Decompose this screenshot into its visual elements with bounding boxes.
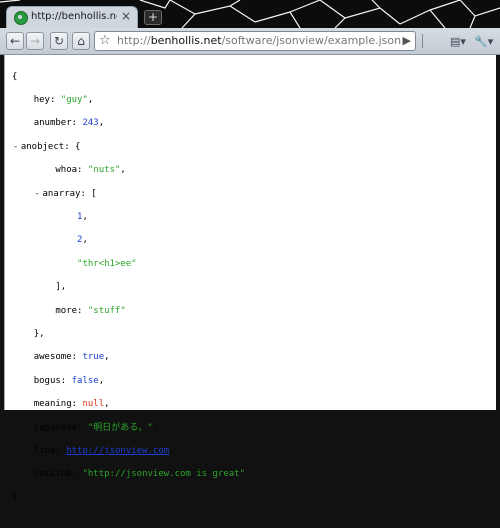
page-menu-icon[interactable]: ▤▾ xyxy=(450,35,466,48)
go-icon[interactable]: ▶ xyxy=(403,34,411,47)
url-text[interactable]: http://benhollis.net/software/jsonview/e… xyxy=(117,34,401,47)
json-string: "明日がある。" xyxy=(87,422,153,433)
json-string: "http://jsonview.com is great" xyxy=(82,469,246,480)
url-host: benhollis.net xyxy=(150,34,222,47)
tab-title: http://benhollis.net/soft... xyxy=(31,11,117,22)
brace-open: { xyxy=(75,141,81,152)
json-line: { xyxy=(12,72,245,84)
json-key: anumber xyxy=(33,118,72,129)
toolbar: ← → ↻ ⌂ ☆ http://benhollis.net/software/… xyxy=(0,28,500,55)
json-line: hey: "guy", xyxy=(33,95,94,106)
reload-button[interactable]: ↻ xyxy=(50,32,68,50)
json-key: whoa xyxy=(55,165,78,176)
bracket-open: [ xyxy=(91,188,97,199)
collapse-toggle[interactable]: - xyxy=(13,142,21,154)
json-line: "thr<h1>ee" xyxy=(12,259,245,271)
json-line: } xyxy=(12,493,245,505)
json-line: whoa: "nuts", xyxy=(55,165,126,176)
brace-close: } xyxy=(12,492,18,503)
json-line: anumber: 243, xyxy=(33,118,105,129)
title-bar: http://benhollis.net/soft... × + xyxy=(0,0,500,28)
json-key: notLink xyxy=(33,469,72,480)
json-line: notLink: "http://jsonview.com is great" xyxy=(33,469,246,480)
json-key: japanese xyxy=(33,422,78,433)
json-string: "stuff" xyxy=(87,305,126,316)
json-key: meaning xyxy=(33,399,72,410)
url-path: /software/jsonview/example.json xyxy=(221,34,402,47)
json-line: meaning: null, xyxy=(33,399,110,410)
new-tab-button[interactable]: + xyxy=(144,10,162,25)
json-line: }, xyxy=(12,329,245,341)
json-number: 1 xyxy=(77,212,83,223)
collapse-toggle[interactable]: - xyxy=(35,189,43,201)
url-scheme: http:// xyxy=(117,34,151,47)
tab-close-icon[interactable]: × xyxy=(121,9,131,23)
json-key: anarray xyxy=(42,188,81,199)
json-boolean: false xyxy=(71,375,99,386)
bookmark-star-icon[interactable]: ☆ xyxy=(99,33,111,48)
json-key: awesome xyxy=(33,352,72,363)
json-boolean: true xyxy=(82,352,105,363)
json-number: 243 xyxy=(82,118,99,129)
json-null: null xyxy=(82,399,105,410)
json-line: ], xyxy=(12,282,245,294)
json-line: link: http://jsonview.com, xyxy=(33,445,175,456)
json-key: hey xyxy=(33,95,50,106)
bracket-close: ], xyxy=(55,282,67,293)
json-key: bogus xyxy=(33,375,61,386)
json-line: bogus: false, xyxy=(33,375,105,386)
json-line: - anobject: { xyxy=(12,141,81,154)
brace-close: }, xyxy=(33,329,45,339)
brace-open: { xyxy=(12,71,18,82)
site-favicon-icon xyxy=(14,11,28,25)
json-key: anobject xyxy=(20,141,65,152)
json-line: more: "stuff" xyxy=(55,305,126,316)
json-line: awesome: true, xyxy=(33,352,110,363)
json-line: 1, xyxy=(77,212,88,223)
address-bar[interactable]: ☆ http://benhollis.net/software/jsonview… xyxy=(94,31,416,51)
json-viewer: { hey: "guy", anumber: 243, - anobject: {… xyxy=(12,60,245,528)
json-key: more xyxy=(55,305,78,316)
tab-active[interactable]: http://benhollis.net/soft... × xyxy=(6,6,138,28)
json-string: "nuts" xyxy=(87,165,121,176)
json-line: japanese: "明日がある。", xyxy=(33,422,159,433)
forward-button[interactable]: → xyxy=(26,32,44,50)
json-line: - anarray: [ xyxy=(34,188,97,201)
back-button[interactable]: ← xyxy=(6,32,24,50)
json-key: link xyxy=(33,445,56,456)
page-content: { hey: "guy", anumber: 243, - anobject: {… xyxy=(4,55,496,503)
home-button[interactable]: ⌂ xyxy=(72,32,90,50)
tools-menu-icon[interactable]: 🔧▾ xyxy=(474,35,493,48)
json-link[interactable]: http://jsonview.com xyxy=(66,446,169,456)
json-line: 2, xyxy=(77,235,88,246)
json-string: "guy" xyxy=(60,95,88,106)
toolbar-divider xyxy=(422,34,423,48)
json-string: "thr<h1>ee" xyxy=(77,258,137,269)
json-number: 2 xyxy=(77,235,83,246)
